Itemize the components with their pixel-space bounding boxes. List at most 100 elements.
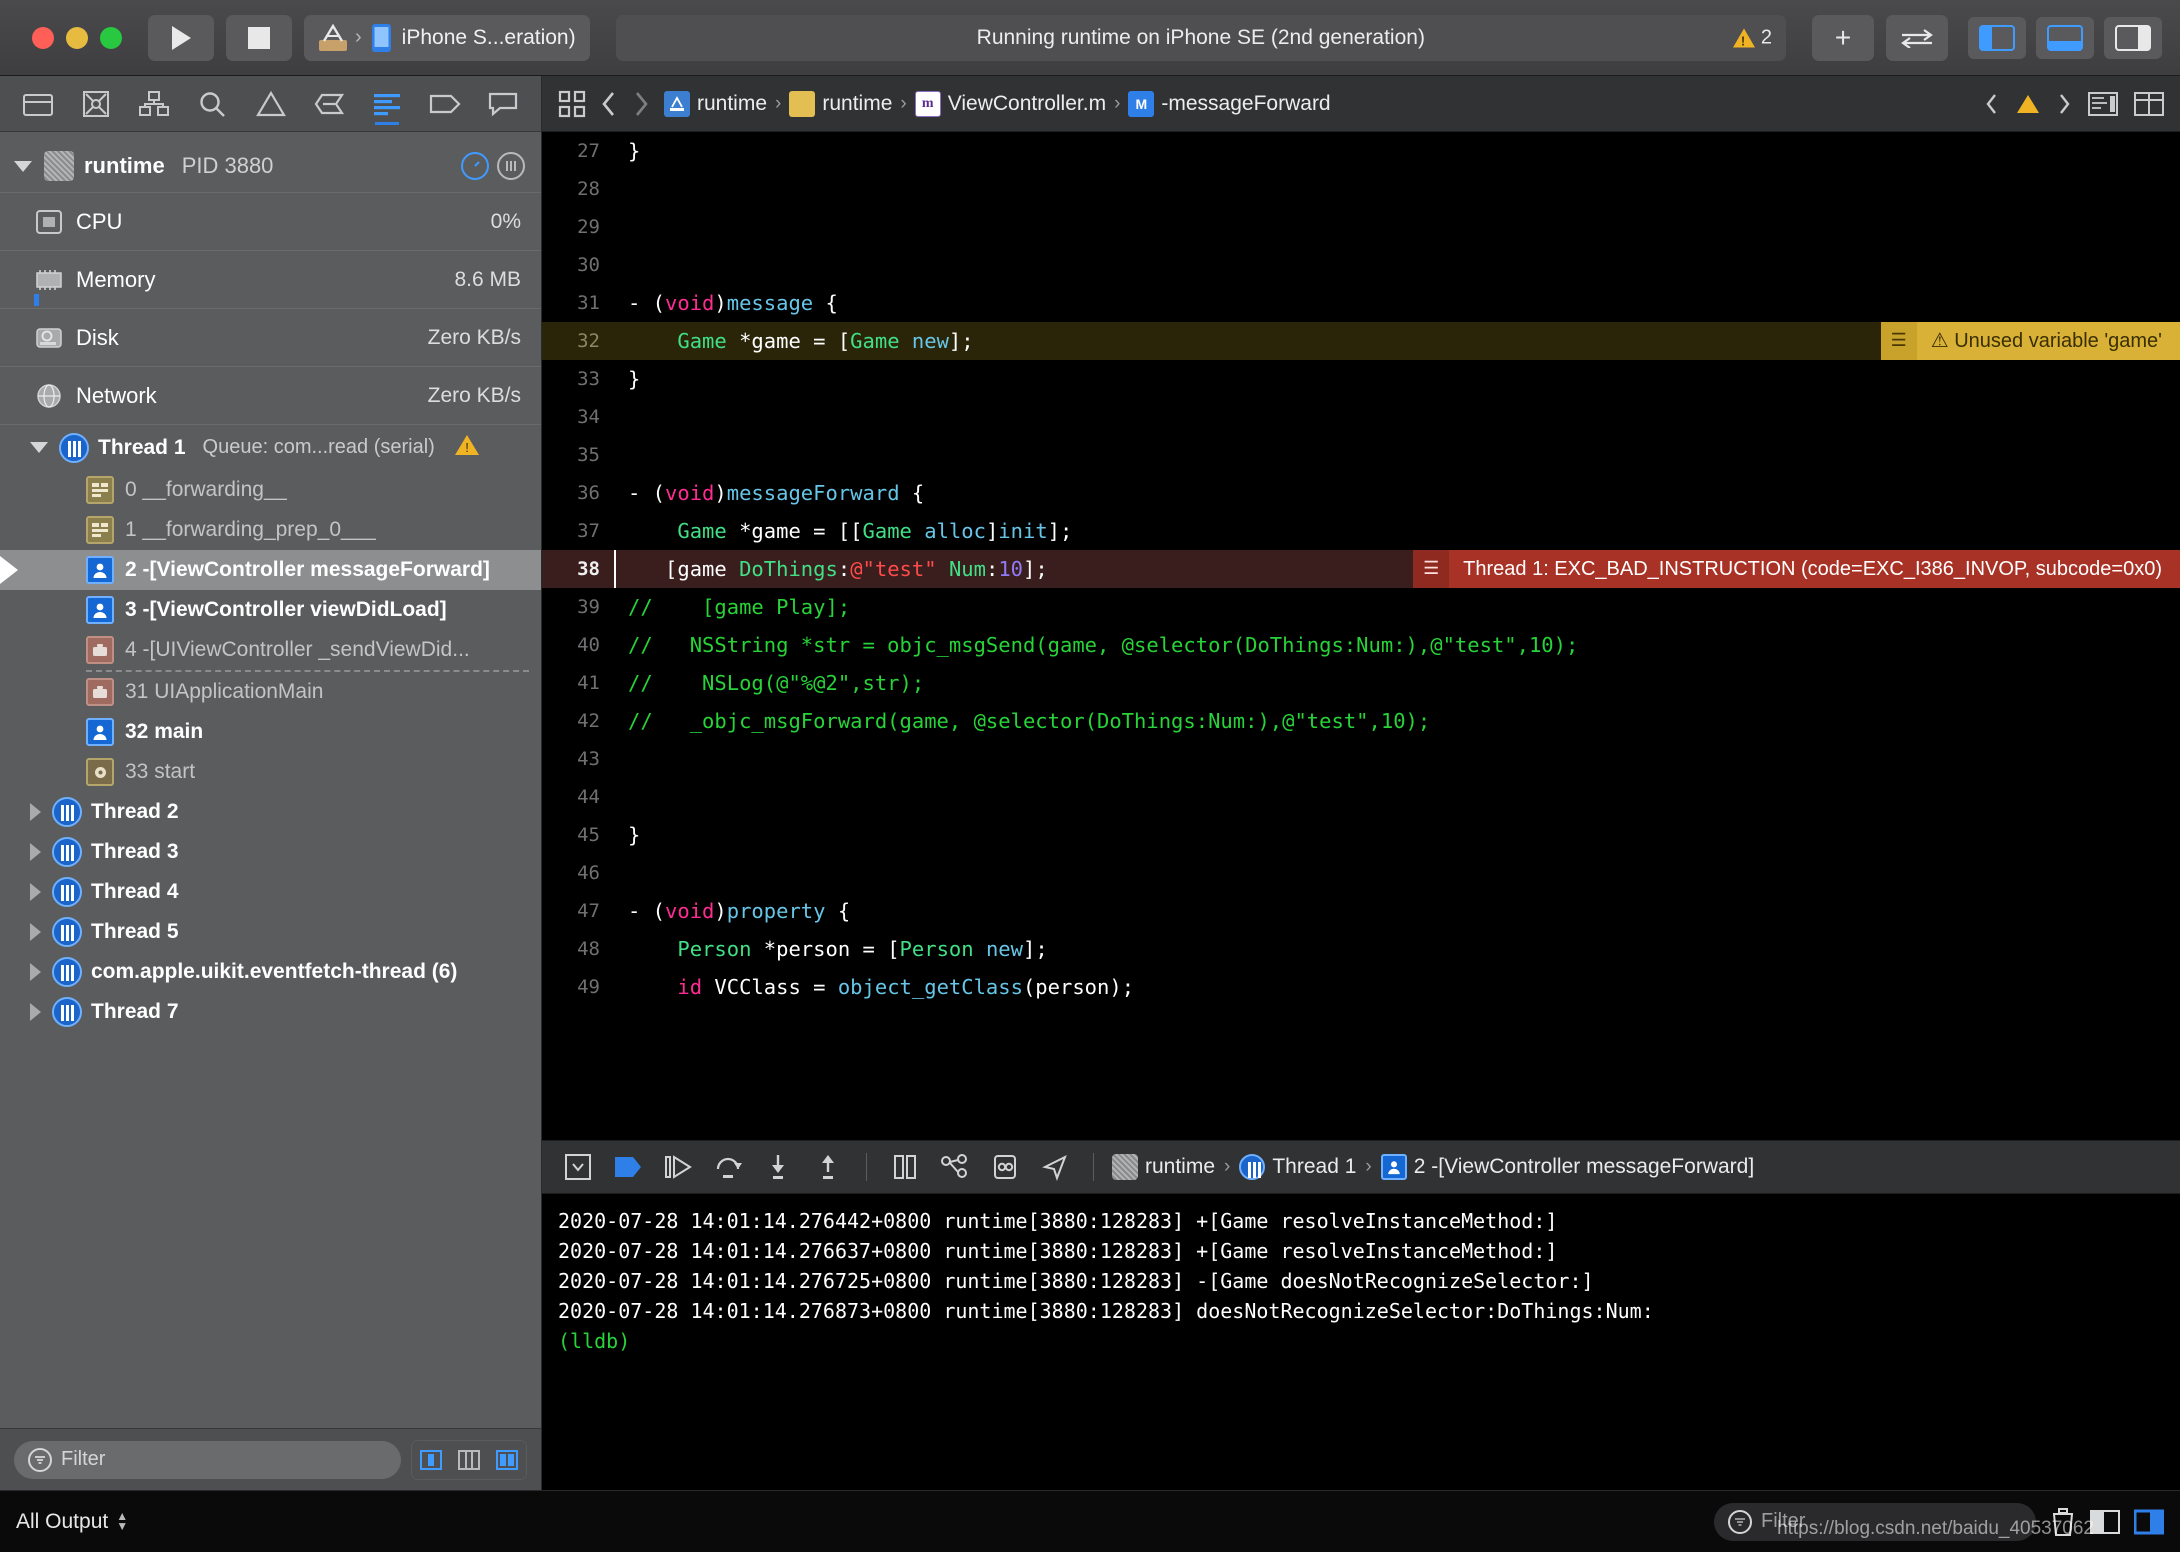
- code-line[interactable]: 48 Person *person = [Person new];: [542, 930, 2180, 968]
- stack-frame-3[interactable]: 3 -[ViewController viewDidLoad]: [0, 590, 541, 630]
- close-button[interactable]: [32, 26, 54, 49]
- toggle-editor-mode-button[interactable]: [1886, 14, 1948, 61]
- stack-frame-32[interactable]: 32 main: [0, 712, 541, 752]
- project-navigator-button[interactable]: [10, 81, 66, 127]
- line-number[interactable]: 36: [542, 474, 614, 512]
- memory-graph-icon[interactable]: [985, 1147, 1025, 1187]
- code-line[interactable]: 30: [542, 246, 2180, 284]
- minimize-button[interactable]: [66, 26, 88, 49]
- code-line[interactable]: 34: [542, 398, 2180, 436]
- disclosure-triangle-icon[interactable]: [30, 803, 41, 821]
- breakpoint-navigator-button[interactable]: [417, 81, 473, 127]
- issue-expand-icon[interactable]: ☰: [1880, 322, 1917, 360]
- gauge-row-cpu[interactable]: CPU 0%: [0, 192, 541, 250]
- code-line[interactable]: 27}: [542, 132, 2180, 170]
- warning-banner[interactable]: ☰ ⚠ Unused variable 'game': [1880, 322, 2180, 360]
- thread-row-eventfetch[interactable]: com.apple.uikit.eventfetch-thread (6): [0, 952, 541, 992]
- disclosure-triangle-icon[interactable]: [30, 442, 48, 453]
- minimap-toggle-button[interactable]: [2088, 91, 2118, 117]
- line-number[interactable]: 30: [542, 246, 614, 284]
- related-items-icon[interactable]: [558, 90, 586, 118]
- thread-row-3[interactable]: Thread 3: [0, 832, 541, 872]
- line-number[interactable]: 42: [542, 702, 614, 740]
- issue-navigator-button[interactable]: [243, 81, 299, 127]
- disclosure-triangle-icon[interactable]: [14, 160, 32, 172]
- breadcrumb-item-folder[interactable]: runtime: [789, 90, 892, 117]
- hide-debug-area-icon[interactable]: [558, 1147, 598, 1187]
- line-number[interactable]: 46: [542, 854, 614, 892]
- code-line[interactable]: 38 [game DoThings:@"test" Num:10]; ☰ Threa…: [542, 550, 2180, 588]
- thread-row-1[interactable]: Thread 1 Queue: com...read (serial) !: [0, 424, 541, 470]
- code-line[interactable]: 47 - (void)property {: [542, 892, 2180, 930]
- location-simulate-icon[interactable]: [1035, 1147, 1075, 1187]
- symbol-navigator-button[interactable]: [126, 81, 182, 127]
- code-line[interactable]: 49 id VCClass = object_getClass(person);: [542, 968, 2180, 1006]
- breadcrumb-item-file[interactable]: m ViewController.m: [914, 90, 1106, 117]
- line-number[interactable]: 39: [542, 588, 614, 626]
- run-button[interactable]: [148, 14, 214, 61]
- disclosure-triangle-icon[interactable]: [30, 883, 41, 901]
- output-scope-selector[interactable]: All Output ▲ ▼: [16, 1510, 128, 1534]
- status-warning-count[interactable]: 2: [1732, 26, 1772, 49]
- gauge-row-disk[interactable]: Disk Zero KB/s: [0, 308, 541, 366]
- line-number[interactable]: 32: [542, 322, 614, 360]
- debug-crumb-frame[interactable]: 2 -[ViewController messageForward]: [1380, 1154, 1754, 1180]
- issue-expand-icon[interactable]: ☰: [1413, 550, 1450, 588]
- line-number[interactable]: 28: [542, 170, 614, 208]
- stack-frame-4[interactable]: 4 -[UIViewController _sendViewDid...: [0, 630, 541, 670]
- line-number[interactable]: 41: [542, 664, 614, 702]
- view-hierarchy-icon[interactable]: [935, 1147, 975, 1187]
- toggle-navigator-button[interactable]: [1968, 16, 2026, 59]
- console-output[interactable]: 2020-07-28 14:01:14.276442+0800 runtime[…: [542, 1194, 2180, 1490]
- scope-button-3[interactable]: [488, 1440, 526, 1479]
- line-number[interactable]: 48: [542, 930, 614, 968]
- lldb-prompt[interactable]: (lldb): [558, 1326, 2164, 1356]
- stack-frame-2[interactable]: 2 -[ViewController messageForward]: [0, 550, 541, 590]
- line-number[interactable]: 37: [542, 512, 614, 550]
- clear-console-button[interactable]: [2050, 1507, 2076, 1537]
- debug-navigator-button[interactable]: [359, 81, 415, 127]
- code-line[interactable]: 36 - (void)messageForward {: [542, 474, 2180, 512]
- code-line[interactable]: 43: [542, 740, 2180, 778]
- thread-row-7[interactable]: Thread 7: [0, 992, 541, 1032]
- line-number[interactable]: 44: [542, 778, 614, 816]
- line-number[interactable]: 35: [542, 436, 614, 474]
- line-number[interactable]: 43: [542, 740, 614, 778]
- source-control-navigator-button[interactable]: [68, 81, 124, 127]
- debug-crumb-thread[interactable]: Thread 1: [1239, 1154, 1356, 1180]
- step-into-icon[interactable]: [758, 1147, 798, 1187]
- code-line[interactable]: 44: [542, 778, 2180, 816]
- test-navigator-button[interactable]: [301, 81, 357, 127]
- line-number[interactable]: 34: [542, 398, 614, 436]
- line-number[interactable]: 45: [542, 816, 614, 854]
- code-line[interactable]: 37 Game *game = [[Game alloc]init];: [542, 512, 2180, 550]
- next-issue-button[interactable]: [2056, 92, 2072, 116]
- line-number[interactable]: 49: [542, 968, 614, 1006]
- gauge-row-network[interactable]: Network Zero KB/s: [0, 366, 541, 424]
- stack-frame-31[interactable]: 31 UIApplicationMain: [0, 672, 541, 712]
- code-line[interactable]: 39 // [game Play];: [542, 588, 2180, 626]
- line-number[interactable]: 38: [542, 550, 614, 588]
- breadcrumb-item-method[interactable]: M -messageForward: [1128, 90, 1331, 117]
- stack-frame-33[interactable]: 33 start: [0, 752, 541, 792]
- stack-frame-0[interactable]: 0 __forwarding__: [0, 470, 541, 510]
- thread-row-4[interactable]: Thread 4: [0, 872, 541, 912]
- line-number[interactable]: 40: [542, 626, 614, 664]
- code-line[interactable]: 32 Game *game = [Game new]; ☰ ⚠ Unused var…: [542, 322, 2180, 360]
- previous-issue-button[interactable]: [1984, 92, 2000, 116]
- code-line[interactable]: 28: [542, 170, 2180, 208]
- scope-button-1[interactable]: [412, 1440, 450, 1479]
- code-line[interactable]: 45}: [542, 816, 2180, 854]
- thread-view-icon[interactable]: [497, 152, 525, 180]
- error-banner[interactable]: ☰ Thread 1: EXC_BAD_INSTRUCTION (code=EXC…: [1413, 550, 2180, 588]
- stop-button[interactable]: [226, 14, 292, 61]
- code-line[interactable]: 41 // NSLog(@"%@2",str);: [542, 664, 2180, 702]
- step-over-icon[interactable]: [708, 1147, 748, 1187]
- line-number[interactable]: 33: [542, 360, 614, 398]
- show-variables-button[interactable]: [2090, 1509, 2120, 1535]
- find-navigator-button[interactable]: [184, 81, 240, 127]
- thread-row-5[interactable]: Thread 5: [0, 912, 541, 952]
- breadcrumb-item-project[interactable]: runtime: [664, 90, 767, 117]
- toggle-debug-area-button[interactable]: [2036, 16, 2094, 59]
- process-row[interactable]: runtime PID 3880: [0, 140, 541, 192]
